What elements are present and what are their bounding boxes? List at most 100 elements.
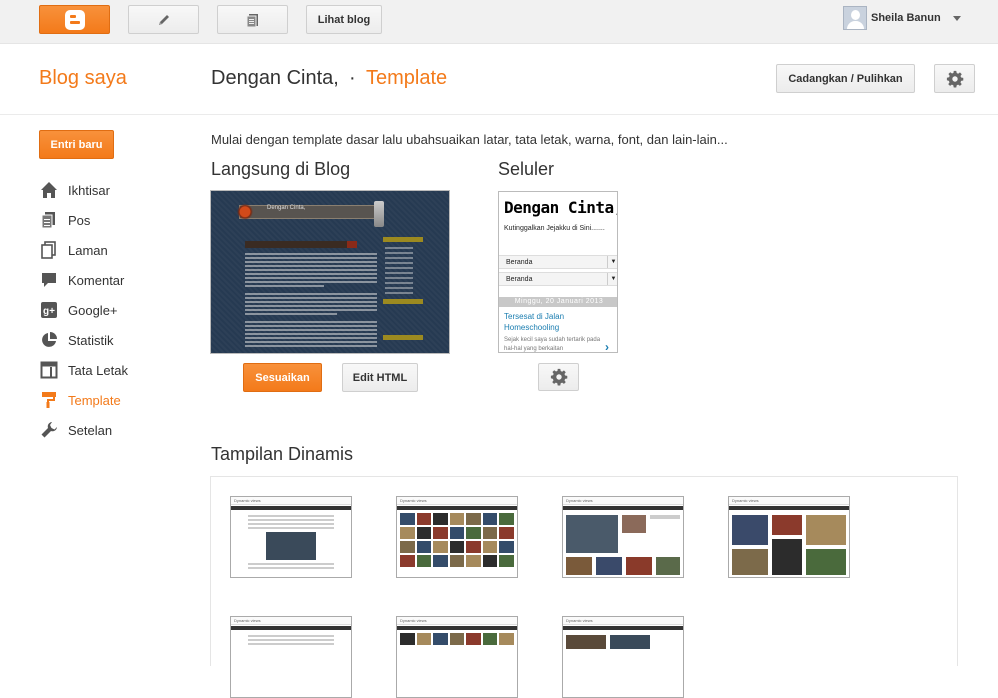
- paint-roller-icon: [39, 390, 59, 410]
- layout-icon: [39, 360, 59, 380]
- edit-html-button[interactable]: Edit HTML: [342, 363, 418, 392]
- sidebar-item-stats[interactable]: Statistik: [39, 325, 189, 355]
- thumb-nav: [729, 506, 849, 510]
- dynamic-views-heading: Tampilan Dinamis: [211, 444, 354, 464]
- mobile-preview-menu: Beranda: [499, 272, 617, 286]
- page-header: Blog saya Dengan Cinta, · Template Cadan…: [0, 45, 998, 115]
- live-template-preview[interactable]: Dengan Cinta,: [210, 190, 450, 354]
- thumb-bar: [397, 497, 517, 505]
- dynamic-view-sidebar-thumbnail[interactable]: [230, 616, 352, 698]
- dynamic-view-flipcard-thumbnail[interactable]: [396, 496, 518, 578]
- settings-button[interactable]: [934, 64, 975, 93]
- new-post-button[interactable]: Entri baru: [39, 130, 114, 159]
- sidebar-item-posts[interactable]: Pos: [39, 205, 189, 235]
- user-account-menu[interactable]: Sheila Banun: [843, 6, 961, 30]
- intro-text: Mulai dengan template dasar lalu ubahsua…: [211, 132, 728, 147]
- google-plus-icon: g+: [39, 300, 59, 320]
- blogger-home-button[interactable]: [39, 5, 110, 34]
- thumb-nav: [563, 626, 683, 630]
- dynamic-view-classic-thumbnail[interactable]: [230, 496, 352, 578]
- posts-icon: [39, 210, 59, 230]
- gear-icon: [550, 368, 567, 386]
- sidebar-item-pages[interactable]: Laman: [39, 235, 189, 265]
- mobile-preview-title: Dengan Cinta,: [504, 198, 618, 217]
- gear-icon: [946, 70, 963, 87]
- preview-header-bar: [239, 205, 379, 219]
- mobile-settings-button[interactable]: [538, 363, 579, 391]
- mobile-heading: Seluler: [498, 159, 555, 179]
- sidebar-item-comments[interactable]: Komentar: [39, 265, 189, 295]
- preview-sidebar-lines: [385, 247, 425, 297]
- mobile-preview-description: Kutinggalkan Jejakku di Sini.......: [504, 225, 605, 232]
- user-name: Sheila Banun: [871, 12, 941, 24]
- home-icon: [39, 180, 59, 200]
- mobile-template-preview[interactable]: Dengan Cinta, Kutinggalkan Jejakku di Si…: [498, 191, 618, 353]
- wrench-icon: [39, 420, 59, 440]
- backup-restore-button[interactable]: Cadangkan / Pulihkan: [776, 64, 915, 93]
- pencil-icon: [158, 14, 169, 25]
- sidebar-item-label: Statistik: [68, 332, 114, 348]
- mobile-preview-post-title: Tersesat di Jalan Homeschooling: [504, 312, 565, 332]
- page-title: Template: [366, 67, 448, 89]
- sidebar-item-label: Google+: [68, 302, 118, 318]
- dynamic-view-magazine-thumbnail[interactable]: [562, 496, 684, 578]
- new-post-toolbar-button[interactable]: [128, 5, 199, 34]
- sidebar-item-layout[interactable]: Tata Letak: [39, 355, 189, 385]
- thumb-nav: [231, 506, 351, 510]
- blog-title[interactable]: Dengan Cinta,: [211, 67, 339, 90]
- breadcrumb-separator: ·: [349, 67, 356, 89]
- thumb-nav: [563, 506, 683, 510]
- svg-text:g+: g+: [43, 306, 55, 317]
- live-on-blog-heading: Langsung di Blog: [211, 159, 351, 179]
- thumb-content: [400, 513, 514, 574]
- thumb-content: [566, 633, 680, 694]
- preview-widget-label: [383, 299, 423, 304]
- thumb-bar: [563, 497, 683, 505]
- posts-list-toolbar-button[interactable]: [217, 5, 288, 34]
- customize-button[interactable]: Sesuaikan: [243, 363, 322, 392]
- sidebar-item-label: Template: [68, 392, 121, 408]
- posts-icon: [246, 13, 258, 27]
- chevron-right-icon: ›: [605, 340, 609, 353]
- dynamic-view-timeslide-thumbnail[interactable]: [562, 616, 684, 698]
- top-bar: Lihat blog Sheila Banun: [0, 0, 998, 44]
- comment-icon: [39, 270, 59, 290]
- zipper-decoration-icon: [374, 201, 384, 227]
- mobile-preview-snippet: Sejak kecil saya sudah tertarik pada hal…: [504, 337, 601, 352]
- my-blogs-link[interactable]: Blog saya: [39, 67, 127, 90]
- blogger-logo-icon: [64, 9, 85, 30]
- dynamic-view-mosaic-thumbnail[interactable]: [728, 496, 850, 578]
- preview-widget-label: [383, 335, 423, 340]
- sidebar-item-settings[interactable]: Setelan: [39, 415, 189, 445]
- thumb-bar: [563, 617, 683, 625]
- thumb-nav: [397, 626, 517, 630]
- flower-decoration-icon: [235, 201, 255, 225]
- chevron-down-icon: [952, 15, 961, 21]
- preview-post-body: [245, 253, 377, 349]
- pages-icon: [39, 240, 59, 260]
- thumb-bar: [397, 617, 517, 625]
- sidebar-item-google-plus[interactable]: g+ Google+: [39, 295, 189, 325]
- sidebar-item-overview[interactable]: Ikhtisar: [39, 175, 189, 205]
- preview-post-title-bar: [245, 241, 357, 248]
- preview-widget-label: [383, 237, 423, 242]
- thumb-nav: [231, 626, 351, 630]
- thumb-content: [732, 513, 846, 575]
- mobile-preview-date: Minggu, 20 Januari 2013: [499, 297, 617, 307]
- dynamic-views-gallery: [210, 476, 958, 698]
- sidebar-item-label: Komentar: [68, 272, 125, 288]
- preview-blog-title: Dengan Cinta,: [267, 205, 306, 211]
- view-blog-button[interactable]: Lihat blog: [306, 5, 382, 34]
- thumb-content: [234, 633, 348, 694]
- dynamic-view-snapshot-thumbnail[interactable]: [396, 616, 518, 698]
- avatar: [843, 6, 867, 30]
- sidebar-nav: Ikhtisar Pos Laman Komentar g+ Google+ S…: [39, 175, 189, 445]
- thumb-content: [234, 513, 348, 574]
- pie-chart-icon: [39, 330, 59, 350]
- thumb-bar: [231, 497, 351, 505]
- sidebar-item-template[interactable]: Template: [39, 385, 189, 415]
- thumb-content: [400, 633, 514, 694]
- sidebar-item-label: Setelan: [68, 422, 113, 438]
- sidebar-item-label: Ikhtisar: [68, 182, 110, 198]
- sidebar-item-label: Pos: [68, 212, 91, 228]
